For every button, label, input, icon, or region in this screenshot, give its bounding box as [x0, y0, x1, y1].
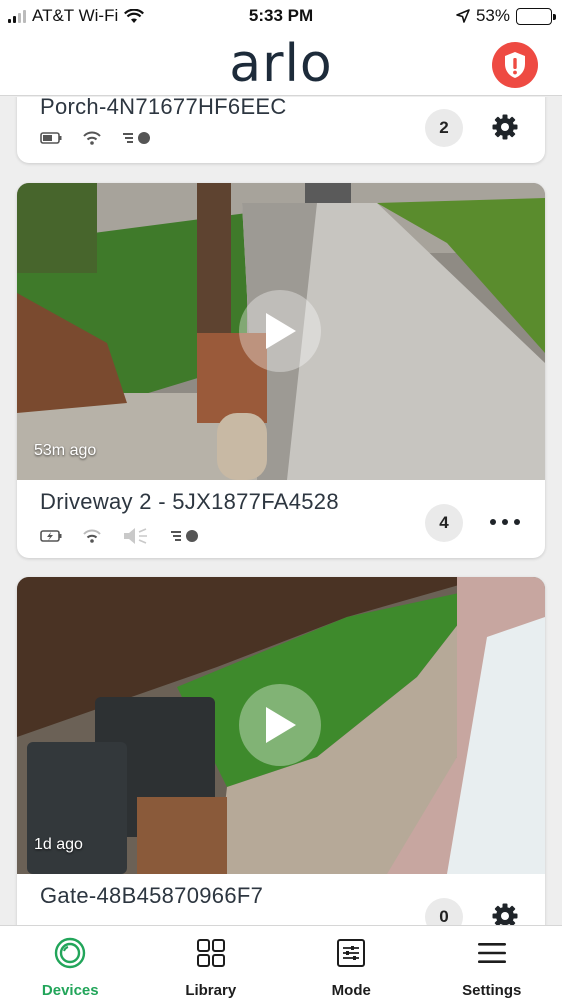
more-options-button[interactable] — [487, 504, 523, 540]
clip-count-badge[interactable]: 0 — [425, 898, 463, 925]
device-card-driveway[interactable]: 53m ago Driveway 2 - 5JX1877FA4528 4 — [17, 183, 545, 558]
clip-count-badge[interactable]: 4 — [425, 504, 463, 542]
clip-count-badge[interactable]: 2 — [425, 109, 463, 147]
device-name: Gate-48B45870966F7 — [40, 883, 264, 908]
wifi-icon — [83, 131, 101, 145]
alert-shield-button[interactable] — [492, 42, 538, 88]
device-name: Porch-4N71677HF6EEC — [40, 97, 287, 119]
battery-percent: 53% — [475, 6, 510, 25]
nav-label: Library — [185, 982, 237, 999]
device-card-porch[interactable]: Porch-4N71677HF6EEC 2 — [17, 97, 545, 163]
location-arrow-icon — [456, 9, 470, 23]
status-bar: AT&T Wi-Fi 5:33 PM 53% — [0, 0, 562, 32]
battery-icon — [516, 7, 556, 25]
nav-settings[interactable]: Settings — [422, 926, 562, 999]
device-status-icons — [40, 131, 152, 145]
device-info: Driveway 2 - 5JX1877FA4528 4 — [17, 480, 545, 558]
play-button[interactable] — [239, 290, 321, 372]
play-button[interactable] — [239, 684, 321, 766]
device-settings-button[interactable] — [487, 109, 523, 145]
snapshot-time: 1d ago — [34, 836, 83, 853]
device-list[interactable]: Porch-4N71677HF6EEC 2 53m ago Driveway 2… — [0, 97, 562, 925]
snapshot-time: 53m ago — [34, 442, 97, 459]
play-icon — [266, 707, 296, 743]
motion-icon — [171, 530, 198, 542]
more-icon — [490, 519, 520, 525]
camera-feed-thumbnail[interactable]: 1d ago — [17, 577, 545, 874]
device-status-icons — [40, 526, 200, 546]
status-right: 53% — [456, 6, 556, 26]
nav-label: Mode — [331, 982, 371, 999]
device-info: Porch-4N71677HF6EEC 2 — [17, 97, 545, 163]
gear-icon — [492, 903, 518, 925]
shield-exclamation-icon — [505, 52, 525, 78]
play-icon — [266, 313, 296, 349]
library-grid-icon — [194, 936, 228, 970]
nav-mode[interactable]: Mode — [281, 926, 422, 999]
nav-label: Settings — [462, 982, 522, 999]
battery-icon — [40, 132, 62, 144]
device-info: Gate-48B45870966F7 0 — [17, 874, 545, 925]
speaker-muted-icon — [124, 528, 147, 544]
nav-label: Devices — [41, 982, 99, 999]
app-header: arlo — [0, 32, 562, 96]
battery-charging-icon — [40, 530, 62, 542]
menu-icon — [475, 936, 509, 970]
device-card-gate[interactable]: 1d ago Gate-48B45870966F7 0 — [17, 577, 545, 925]
devices-icon — [53, 936, 87, 970]
wifi-icon — [83, 529, 101, 543]
camera-feed-thumbnail[interactable]: 53m ago — [17, 183, 545, 480]
arlo-logo: arlo — [229, 34, 333, 94]
gear-icon — [492, 114, 518, 140]
nav-library[interactable]: Library — [141, 926, 282, 999]
motion-icon — [123, 132, 150, 144]
device-name: Driveway 2 - 5JX1877FA4528 — [40, 489, 339, 514]
bottom-nav: Devices Library Mode Settings — [0, 925, 562, 999]
nav-devices[interactable]: Devices — [0, 926, 141, 999]
device-settings-button[interactable] — [487, 898, 523, 925]
mode-sliders-icon — [334, 936, 368, 970]
